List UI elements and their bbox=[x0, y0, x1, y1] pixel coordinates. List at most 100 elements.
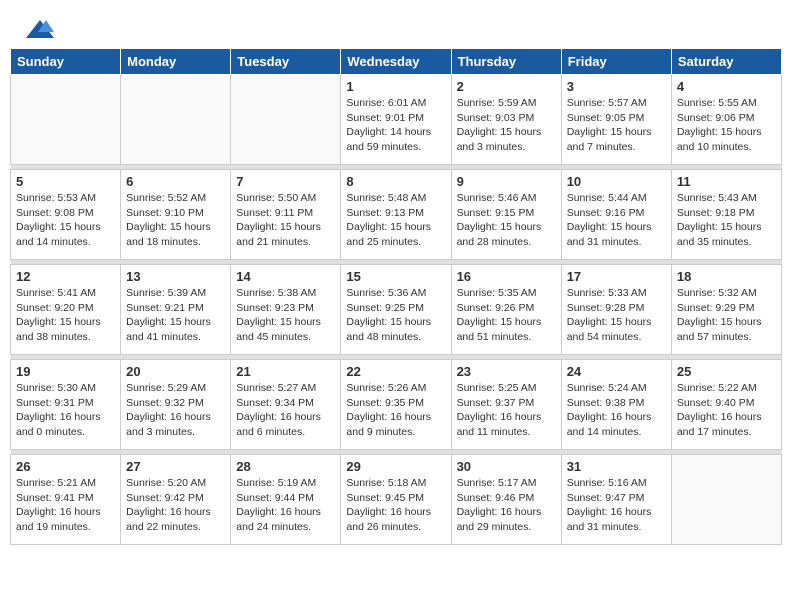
day-detail: Sunrise: 5:35 AM Sunset: 9:26 PM Dayligh… bbox=[457, 286, 556, 345]
calendar-cell bbox=[121, 75, 231, 165]
day-detail: Sunrise: 5:27 AM Sunset: 9:34 PM Dayligh… bbox=[236, 381, 335, 440]
day-number: 8 bbox=[346, 174, 445, 189]
day-detail: Sunrise: 5:19 AM Sunset: 9:44 PM Dayligh… bbox=[236, 476, 335, 535]
calendar-cell: 31Sunrise: 5:16 AM Sunset: 9:47 PM Dayli… bbox=[561, 455, 671, 545]
day-detail: Sunrise: 5:55 AM Sunset: 9:06 PM Dayligh… bbox=[677, 96, 776, 155]
day-number: 1 bbox=[346, 79, 445, 94]
calendar-cell: 7 Sunrise: 5:50 AM Sunset: 9:11 PM Daylig… bbox=[231, 170, 341, 260]
day-detail: Sunrise: 5:24 AM Sunset: 9:38 PM Dayligh… bbox=[567, 381, 666, 440]
day-detail: Sunrise: 5:20 AM Sunset: 9:42 PM Dayligh… bbox=[126, 476, 225, 535]
day-detail: Sunrise: 5:59 AM Sunset: 9:03 PM Dayligh… bbox=[457, 96, 556, 155]
day-detail: Sunrise: 5:57 AM Sunset: 9:05 PM Dayligh… bbox=[567, 96, 666, 155]
week-row-4: 19 Sunrise: 5:30 AM Sunset: 9:31 PM Dayli… bbox=[11, 360, 782, 450]
day-number: 30 bbox=[457, 459, 556, 474]
day-number: 9 bbox=[457, 174, 556, 189]
day-detail: Sunrise: 5:39 AM Sunset: 9:21 PM Dayligh… bbox=[126, 286, 225, 345]
weekday-header-saturday: Saturday bbox=[671, 49, 781, 75]
calendar-cell: 1 Sunrise: 6:01 AM Sunset: 9:01 PM Daylig… bbox=[341, 75, 451, 165]
calendar-cell: 9 Sunrise: 5:46 AM Sunset: 9:15 PM Daylig… bbox=[451, 170, 561, 260]
day-number: 23 bbox=[457, 364, 556, 379]
weekday-header-wednesday: Wednesday bbox=[341, 49, 451, 75]
day-detail: Sunrise: 5:48 AM Sunset: 9:13 PM Dayligh… bbox=[346, 191, 445, 250]
day-number: 18 bbox=[677, 269, 776, 284]
calendar-cell bbox=[231, 75, 341, 165]
day-number: 4 bbox=[677, 79, 776, 94]
calendar-cell bbox=[671, 455, 781, 545]
day-detail: Sunrise: 5:30 AM Sunset: 9:31 PM Dayligh… bbox=[16, 381, 115, 440]
calendar-cell: 11 Sunrise: 5:43 AM Sunset: 9:18 PM Dayli… bbox=[671, 170, 781, 260]
day-detail: Sunrise: 5:21 AM Sunset: 9:41 PM Dayligh… bbox=[16, 476, 115, 535]
day-detail: Sunrise: 5:25 AM Sunset: 9:37 PM Dayligh… bbox=[457, 381, 556, 440]
day-detail: Sunrise: 5:50 AM Sunset: 9:11 PM Dayligh… bbox=[236, 191, 335, 250]
calendar-cell: 23 Sunrise: 5:25 AM Sunset: 9:37 PM Dayli… bbox=[451, 360, 561, 450]
calendar-cell: 21 Sunrise: 5:27 AM Sunset: 9:34 PM Dayli… bbox=[231, 360, 341, 450]
day-detail: Sunrise: 5:43 AM Sunset: 9:18 PM Dayligh… bbox=[677, 191, 776, 250]
calendar-cell: 3 Sunrise: 5:57 AM Sunset: 9:05 PM Daylig… bbox=[561, 75, 671, 165]
day-detail: Sunrise: 5:29 AM Sunset: 9:32 PM Dayligh… bbox=[126, 381, 225, 440]
day-number: 15 bbox=[346, 269, 445, 284]
calendar-cell: 15 Sunrise: 5:36 AM Sunset: 9:25 PM Dayli… bbox=[341, 265, 451, 355]
calendar-cell: 6 Sunrise: 5:52 AM Sunset: 9:10 PM Daylig… bbox=[121, 170, 231, 260]
day-detail: Sunrise: 5:41 AM Sunset: 9:20 PM Dayligh… bbox=[16, 286, 115, 345]
day-number: 26 bbox=[16, 459, 115, 474]
calendar-cell: 18 Sunrise: 5:32 AM Sunset: 9:29 PM Dayli… bbox=[671, 265, 781, 355]
day-number: 7 bbox=[236, 174, 335, 189]
calendar-cell: 30 Sunrise: 5:17 AM Sunset: 9:46 PM Dayli… bbox=[451, 455, 561, 545]
day-number: 16 bbox=[457, 269, 556, 284]
day-detail: Sunrise: 6:01 AM Sunset: 9:01 PM Dayligh… bbox=[346, 96, 445, 155]
week-row-3: 12 Sunrise: 5:41 AM Sunset: 9:20 PM Dayli… bbox=[11, 265, 782, 355]
calendar-cell: 13 Sunrise: 5:39 AM Sunset: 9:21 PM Dayli… bbox=[121, 265, 231, 355]
logo bbox=[24, 18, 54, 40]
day-number: 3 bbox=[567, 79, 666, 94]
day-number: 11 bbox=[677, 174, 776, 189]
day-number: 14 bbox=[236, 269, 335, 284]
day-detail: Sunrise: 5:44 AM Sunset: 9:16 PM Dayligh… bbox=[567, 191, 666, 250]
day-detail: Sunrise: 5:53 AM Sunset: 9:08 PM Dayligh… bbox=[16, 191, 115, 250]
day-number: 12 bbox=[16, 269, 115, 284]
day-number: 13 bbox=[126, 269, 225, 284]
calendar-cell: 29 Sunrise: 5:18 AM Sunset: 9:45 PM Dayli… bbox=[341, 455, 451, 545]
day-number: 5 bbox=[16, 174, 115, 189]
calendar-wrapper: SundayMondayTuesdayWednesdayThursdayFrid… bbox=[0, 48, 792, 555]
weekday-header-row: SundayMondayTuesdayWednesdayThursdayFrid… bbox=[11, 49, 782, 75]
calendar-cell: 27 Sunrise: 5:20 AM Sunset: 9:42 PM Dayli… bbox=[121, 455, 231, 545]
day-number: 21 bbox=[236, 364, 335, 379]
day-detail: Sunrise: 5:33 AM Sunset: 9:28 PM Dayligh… bbox=[567, 286, 666, 345]
day-detail: Sunrise: 5:32 AM Sunset: 9:29 PM Dayligh… bbox=[677, 286, 776, 345]
day-number: 6 bbox=[126, 174, 225, 189]
calendar-cell: 20 Sunrise: 5:29 AM Sunset: 9:32 PM Dayli… bbox=[121, 360, 231, 450]
day-number: 2 bbox=[457, 79, 556, 94]
day-detail: Sunrise: 5:26 AM Sunset: 9:35 PM Dayligh… bbox=[346, 381, 445, 440]
calendar-cell: 2 Sunrise: 5:59 AM Sunset: 9:03 PM Daylig… bbox=[451, 75, 561, 165]
calendar-cell: 5 Sunrise: 5:53 AM Sunset: 9:08 PM Daylig… bbox=[11, 170, 121, 260]
week-row-1: 1 Sunrise: 6:01 AM Sunset: 9:01 PM Daylig… bbox=[11, 75, 782, 165]
page-header bbox=[0, 0, 792, 48]
calendar-cell: 28 Sunrise: 5:19 AM Sunset: 9:44 PM Dayli… bbox=[231, 455, 341, 545]
calendar-cell: 10 Sunrise: 5:44 AM Sunset: 9:16 PM Dayli… bbox=[561, 170, 671, 260]
day-detail: Sunrise: 5:17 AM Sunset: 9:46 PM Dayligh… bbox=[457, 476, 556, 535]
weekday-header-monday: Monday bbox=[121, 49, 231, 75]
day-detail: Sunrise: 5:16 AM Sunset: 9:47 PM Dayligh… bbox=[567, 476, 666, 535]
logo-icon bbox=[26, 18, 54, 40]
day-detail: Sunrise: 5:52 AM Sunset: 9:10 PM Dayligh… bbox=[126, 191, 225, 250]
day-number: 25 bbox=[677, 364, 776, 379]
day-number: 28 bbox=[236, 459, 335, 474]
day-detail: Sunrise: 5:38 AM Sunset: 9:23 PM Dayligh… bbox=[236, 286, 335, 345]
day-detail: Sunrise: 5:18 AM Sunset: 9:45 PM Dayligh… bbox=[346, 476, 445, 535]
day-detail: Sunrise: 5:36 AM Sunset: 9:25 PM Dayligh… bbox=[346, 286, 445, 345]
day-number: 19 bbox=[16, 364, 115, 379]
weekday-header-thursday: Thursday bbox=[451, 49, 561, 75]
calendar-cell: 26 Sunrise: 5:21 AM Sunset: 9:41 PM Dayli… bbox=[11, 455, 121, 545]
calendar-cell: 14 Sunrise: 5:38 AM Sunset: 9:23 PM Dayli… bbox=[231, 265, 341, 355]
weekday-header-tuesday: Tuesday bbox=[231, 49, 341, 75]
day-number: 20 bbox=[126, 364, 225, 379]
day-number: 27 bbox=[126, 459, 225, 474]
calendar-cell: 8 Sunrise: 5:48 AM Sunset: 9:13 PM Daylig… bbox=[341, 170, 451, 260]
week-row-2: 5 Sunrise: 5:53 AM Sunset: 9:08 PM Daylig… bbox=[11, 170, 782, 260]
day-detail: Sunrise: 5:46 AM Sunset: 9:15 PM Dayligh… bbox=[457, 191, 556, 250]
calendar-cell: 25Sunrise: 5:22 AM Sunset: 9:40 PM Dayli… bbox=[671, 360, 781, 450]
calendar-cell: 17 Sunrise: 5:33 AM Sunset: 9:28 PM Dayli… bbox=[561, 265, 671, 355]
day-number: 17 bbox=[567, 269, 666, 284]
day-number: 29 bbox=[346, 459, 445, 474]
day-number: 10 bbox=[567, 174, 666, 189]
